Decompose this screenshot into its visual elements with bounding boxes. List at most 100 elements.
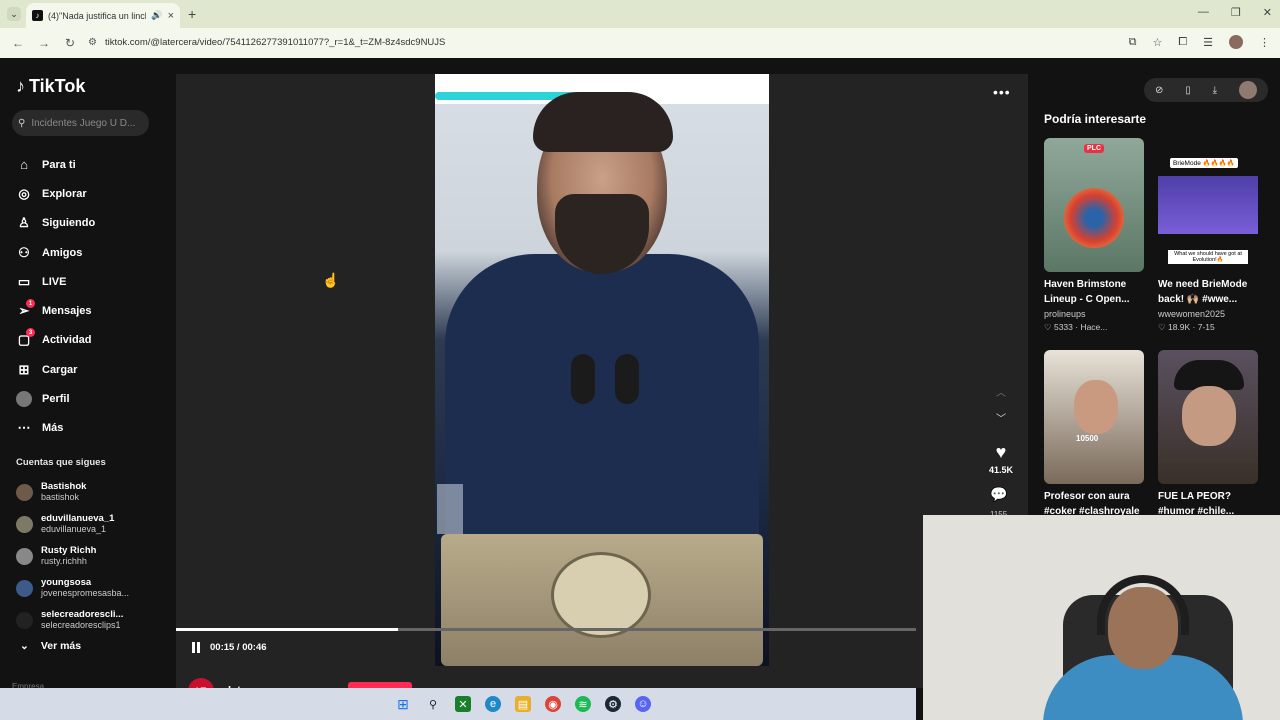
followed-account[interactable]: youngsosa jovenespromesasba... — [16, 572, 129, 604]
more-options-icon[interactable]: ••• — [993, 84, 1011, 100]
file-explorer-icon[interactable]: ▤ — [515, 696, 531, 712]
search-input[interactable]: ⚲ Incidentes Juego U D... — [12, 110, 149, 136]
url-text: tiktok.com/@latercera/video/754112627739… — [104, 37, 446, 48]
headset — [1097, 575, 1189, 635]
avatar — [16, 547, 33, 565]
activity-icon: ▢ 3 — [16, 328, 35, 348]
thumbnail-badge: 10500 — [1076, 434, 1099, 443]
followed-account[interactable]: Bastishok bastishok — [16, 476, 129, 508]
speaker-hair — [533, 92, 673, 152]
spotify-icon[interactable]: ≋ — [575, 696, 591, 712]
podium — [441, 534, 763, 666]
tab-list-chevron-icon[interactable]: ⌄ — [7, 7, 21, 21]
previous-video-icon[interactable]: ︿ — [996, 384, 1006, 399]
water-glass — [437, 484, 463, 534]
tiktok-note-icon: ♪ — [16, 76, 25, 96]
next-video-icon[interactable]: ﹀ — [996, 410, 1006, 425]
streamer-face — [1074, 380, 1118, 434]
close-window-icon[interactable]: ✕ — [1263, 6, 1272, 19]
account-handle: bastishok — [41, 492, 80, 502]
sidebar-item-amigos[interactable]: ⚇ Amigos — [16, 238, 95, 267]
comment-icon[interactable]: 💬 — [990, 486, 1007, 503]
reload-icon[interactable]: ↻ — [62, 36, 78, 50]
suggested-video-card[interactable]: BrieMode 🔥🔥🔥🔥 What we should have got at… — [1158, 138, 1258, 334]
audio-icon[interactable]: 🔊 — [151, 10, 162, 21]
profile-avatar[interactable] — [1229, 35, 1243, 49]
site-info-icon[interactable]: ⚙ — [88, 37, 97, 48]
account-name: Bastishok — [41, 481, 87, 492]
search-icon: ⚲ — [18, 117, 26, 129]
video-frame[interactable] — [435, 74, 769, 666]
sidebar-item-mensajes[interactable]: ➢ 1 Mensajes — [16, 296, 95, 325]
like-button[interactable]: ♥ 41.5K — [987, 442, 1015, 475]
bookmark-star-icon[interactable]: ☆ — [1152, 36, 1162, 49]
playback-time: 00:15 / 00:46 — [210, 642, 267, 653]
account-handle: jovenespromesasba... — [41, 588, 130, 598]
cast-icon[interactable]: ⧉ — [1129, 36, 1137, 49]
sidebar-item-explorar[interactable]: ◎ Explorar — [16, 179, 95, 208]
followed-account[interactable]: Rusty Richh rusty.richhh — [16, 540, 129, 572]
chrome-icon[interactable]: ◉ — [545, 696, 561, 712]
friends-icon: ⚇ — [18, 244, 30, 260]
sidebar-item-label: Actividad — [42, 334, 92, 347]
sidebar-item-live[interactable]: ▭ LIVE — [16, 267, 95, 296]
new-tab-button[interactable]: + — [188, 6, 196, 22]
coin-icon[interactable]: ⊘ — [1155, 85, 1163, 96]
browser-menu-icon[interactable]: ⋮ — [1259, 36, 1270, 49]
extensions-icon[interactable]: ⧠ — [1178, 36, 1187, 49]
reading-list-icon[interactable]: ☰ — [1203, 36, 1213, 49]
forward-icon[interactable]: → — [36, 36, 52, 50]
discord-icon[interactable]: ☺ — [635, 696, 651, 712]
followed-account[interactable]: eduvillanueva_1 eduvillanueva_1 — [16, 508, 129, 540]
following-list: Bastishok bastishok eduvillanueva_1 eduvil… — [16, 476, 129, 636]
tiktok-logo[interactable]: ♪ TikTok — [16, 76, 85, 97]
tab-close-icon[interactable]: × — [168, 10, 174, 22]
video-stats: ♡ 18.9K · 7-15 — [1158, 322, 1215, 332]
video-progress-bar[interactable] — [176, 628, 916, 631]
suggested-video-card[interactable]: PLC Haven Brimstone Lineup - C Open... p… — [1044, 138, 1144, 334]
steam-icon[interactable]: ⚙ — [605, 696, 621, 712]
sidebar-item-mas[interactable]: ⋯ Más — [16, 414, 95, 443]
back-icon[interactable]: ← — [10, 36, 26, 50]
followed-account[interactable]: selecreadorescli... selecreadoresclips1 — [16, 604, 129, 636]
see-more-button[interactable]: ⌄ Ver más — [20, 640, 81, 652]
sidebar-item-siguiendo[interactable]: ♙ Siguiendo — [16, 209, 95, 238]
webcam-overlay — [923, 515, 1280, 720]
video-thumbnail: 10500 — [1044, 350, 1144, 484]
sidebar-item-para-ti[interactable]: ⌂ Para ti — [16, 150, 95, 179]
browser-tab[interactable]: ♪ (4)"Nada justifica un linchar 🔊 × — [26, 3, 180, 28]
device-icon[interactable]: ▯ — [1185, 85, 1191, 96]
search-icon[interactable]: ⚲ — [425, 696, 441, 712]
suggestions-panel: ⊘ ▯ ⤓ Podría interesarte PLC Haven Brims… — [1028, 58, 1280, 520]
download-icon[interactable]: ⤓ — [1213, 85, 1217, 96]
pause-icon[interactable] — [192, 642, 200, 653]
video-stats: ♡ 5333 · Hace... — [1044, 322, 1108, 332]
upload-icon: ⊞ — [18, 361, 30, 377]
user-avatar[interactable] — [1239, 81, 1257, 99]
video-thumbnail — [1158, 350, 1258, 484]
edge-icon[interactable]: e — [485, 696, 501, 712]
minimize-icon[interactable]: — — [1198, 6, 1209, 19]
sidebar: ♪ TikTok ⚲ Incidentes Juego U D... ⌂ Para… — [0, 58, 176, 691]
sidebar-item-cargar[interactable]: ⊞ Cargar — [16, 355, 95, 384]
maximize-icon[interactable]: ❐ — [1231, 6, 1241, 19]
profile-icon — [16, 391, 32, 408]
suggested-video-card[interactable]: FUE LA PEOR? #humor #chile... — [1158, 350, 1258, 519]
video-player[interactable]: ☝ 00:15 / 00:46 LT latercera — [176, 74, 916, 704]
video-thumbnail: PLC — [1044, 138, 1144, 272]
video-user: wwewomen2025 — [1158, 309, 1226, 319]
sidebar-item-label: Para ti — [42, 158, 76, 171]
url-field[interactable]: ⚙ tiktok.com/@latercera/video/7541126277… — [80, 31, 1100, 54]
streamer-face — [1182, 386, 1236, 446]
sidebar-nav: ⌂ Para ti ◎ Explorar ♙ Siguiendo ⚇ Amigos ▭ L… — [16, 150, 95, 443]
suggestions-header: Podría interesarte — [1044, 112, 1147, 126]
xbox-icon[interactable]: ✕ — [455, 696, 471, 712]
windows-start-icon[interactable]: ⊞ — [395, 696, 411, 712]
mouse-cursor-icon: ☝ — [322, 272, 340, 288]
suggested-video-card[interactable]: 10500 Profesor con aura #coker #clashroy… — [1044, 350, 1144, 519]
sidebar-item-perfil[interactable]: Perfil — [16, 384, 95, 413]
wrestling-ring — [1158, 176, 1258, 234]
sidebar-item-label: Mensajes — [42, 305, 92, 318]
sidebar-item-actividad[interactable]: ▢ 3 Actividad — [16, 326, 95, 355]
video-title: We need BrieMode back! 🙌🏼 #wwe... — [1158, 279, 1248, 305]
